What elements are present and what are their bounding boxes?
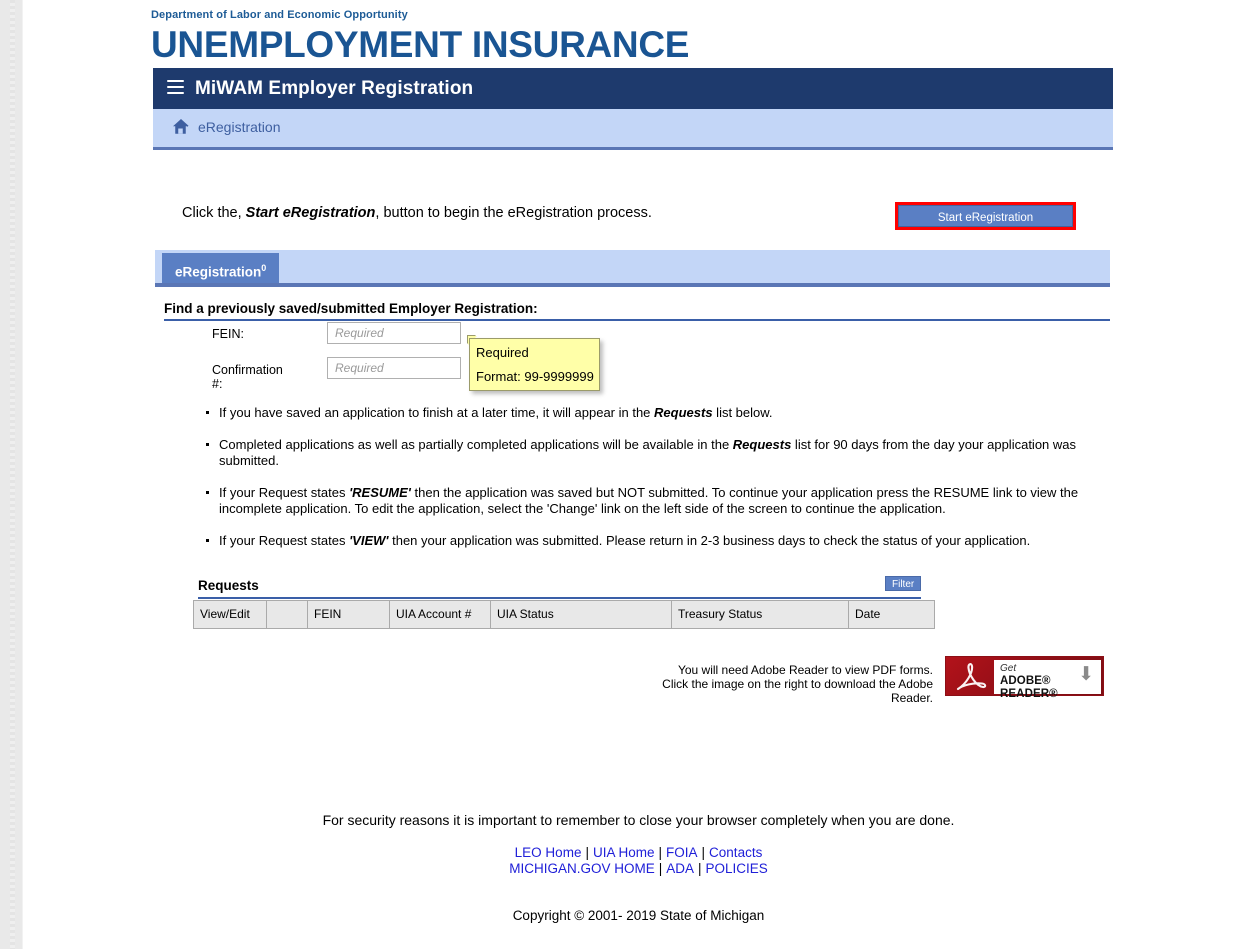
requests-table: View/Edit FEIN UIA Account # UIA Status Trea… <box>193 600 935 629</box>
find-section-divider <box>164 319 1110 321</box>
column-header-treasury-status[interactable]: Treasury Status <box>671 600 849 629</box>
link-separator: | <box>585 845 589 860</box>
home-icon[interactable] <box>171 118 190 136</box>
info-bullet-list: If you have saved an application to fini… <box>205 405 1105 565</box>
bullet-text: Completed applications as well as partia… <box>219 437 733 452</box>
intro-prefix: Click the, <box>182 205 246 221</box>
footer-link-policies[interactable]: POLICIES <box>706 861 768 876</box>
page-title: UNEMPLOYMENT INSURANCE <box>151 24 690 65</box>
bullet-emphasis: Requests <box>732 437 792 452</box>
intro-suffix: , button to begin the eRegistration proc… <box>375 205 652 221</box>
page-scroll-strip[interactable] <box>0 0 23 949</box>
adobe-badge-label: Get ADOBE® READER® ⬇ <box>994 660 1101 700</box>
find-section-heading: Find a previously saved/submitted Employ… <box>164 301 538 316</box>
fein-label: FEIN: <box>212 327 244 341</box>
list-item: Completed applications as well as partia… <box>205 437 1105 469</box>
column-header-uia-status[interactable]: UIA Status <box>490 600 672 629</box>
bullet-emphasis: 'RESUME' <box>349 485 411 500</box>
tab-eregistration-badge: 0 <box>261 263 267 273</box>
confirmation-label: Confirmation #: <box>212 363 283 391</box>
tooltip-line-1: Required <box>476 345 529 360</box>
masthead: Department of Labor and Economic Opportu… <box>151 8 689 67</box>
bullet-emphasis: Requests <box>654 405 713 420</box>
copyright-text: Copyright © 2001- 2019 State of Michigan <box>512 908 765 923</box>
adobe-reader-note: You will need Adobe Reader to view PDF f… <box>623 663 933 705</box>
download-arrow-icon: ⬇ <box>1078 664 1094 685</box>
footer-link-foia[interactable]: FOIA <box>666 845 698 860</box>
intro-emphasis: Start eRegistration <box>245 205 376 221</box>
adobe-note-line-1: You will need Adobe Reader to view PDF f… <box>677 663 933 677</box>
breadcrumb: eRegistration <box>153 109 1113 150</box>
intro-instruction: Click the, Start eRegistration, button t… <box>182 205 652 221</box>
app-bar: MiWAM Employer Registration <box>153 68 1113 109</box>
get-adobe-reader-badge[interactable]: Get ADOBE® READER® ⬇ <box>945 656 1104 700</box>
confirmation-input[interactable] <box>327 357 461 379</box>
bullet-text: If your Request states <box>219 533 350 548</box>
bullet-text: list below. <box>712 405 773 420</box>
footer-link-ada[interactable]: ADA <box>666 861 694 876</box>
list-item: If you have saved an application to fini… <box>205 405 1105 421</box>
list-item: If your Request states 'RESUME' then the… <box>205 485 1105 517</box>
start-eregistration-highlight: Start eRegistration <box>895 202 1076 230</box>
column-header-fein[interactable]: FEIN <box>307 600 390 629</box>
tab-eregistration-label: eRegistration <box>175 264 262 280</box>
column-header-view-edit[interactable]: View/Edit <box>193 600 267 629</box>
column-header-blank-1[interactable] <box>266 600 308 629</box>
tooltip-line-2: Format: 99-9999999 <box>476 369 594 384</box>
filter-button[interactable]: Filter <box>885 576 921 591</box>
department-line: Department of Labor and Economic Opportu… <box>151 9 408 21</box>
required-format-tooltip: Required Format: 99-9999999 <box>469 338 600 391</box>
link-separator: | <box>698 861 702 876</box>
footer-link-uia-home[interactable]: UIA Home <box>593 845 655 860</box>
footer-links-row-1: LEO Home | UIA Home | FOIA | Contacts <box>23 845 1254 860</box>
link-separator: | <box>701 845 706 860</box>
adobe-note-line-2: Click the image on the right to download… <box>662 677 933 705</box>
hamburger-icon[interactable] <box>167 80 184 94</box>
list-item: If your Request states 'VIEW' then your … <box>205 533 1105 549</box>
bullet-emphasis: 'VIEW' <box>349 533 389 548</box>
bullet-text: If your Request states <box>219 485 350 500</box>
column-header-date[interactable]: Date <box>848 600 935 629</box>
footer-link-michigan-gov-home[interactable]: MICHIGAN.GOV HOME <box>509 861 655 876</box>
link-separator: | <box>658 845 663 860</box>
breadcrumb-item-eregistration[interactable]: eRegistration <box>198 119 281 135</box>
security-note: For security reasons it is important to … <box>322 812 955 828</box>
requests-table-header-row: View/Edit FEIN UIA Account # UIA Status Trea… <box>193 600 935 629</box>
footer-link-leo-home[interactable]: LEO Home <box>515 845 582 860</box>
footer-links-row-2: MICHIGAN.GOV HOME | ADA | POLICIES <box>23 861 1254 876</box>
tab-bar: eRegistration0 <box>155 250 1110 287</box>
tab-eregistration[interactable]: eRegistration0 <box>162 253 280 283</box>
bullet-text: then your application was submitted. Ple… <box>388 533 1031 548</box>
page-content: Department of Labor and Economic Opportu… <box>23 0 1254 949</box>
app-bar-title: MiWAM Employer Registration <box>195 78 474 99</box>
scroll-texture <box>10 0 15 949</box>
requests-title: Requests <box>198 578 259 593</box>
adobe-acrobat-icon <box>956 663 987 691</box>
requests-divider <box>198 597 921 599</box>
footer-link-contacts[interactable]: Contacts <box>709 845 762 860</box>
link-separator: | <box>658 861 663 876</box>
fein-input[interactable] <box>327 322 461 344</box>
column-header-uia-account[interactable]: UIA Account # <box>389 600 491 629</box>
start-eregistration-button[interactable]: Start eRegistration <box>898 205 1073 227</box>
bullet-text: If you have saved an application to fini… <box>219 405 655 420</box>
